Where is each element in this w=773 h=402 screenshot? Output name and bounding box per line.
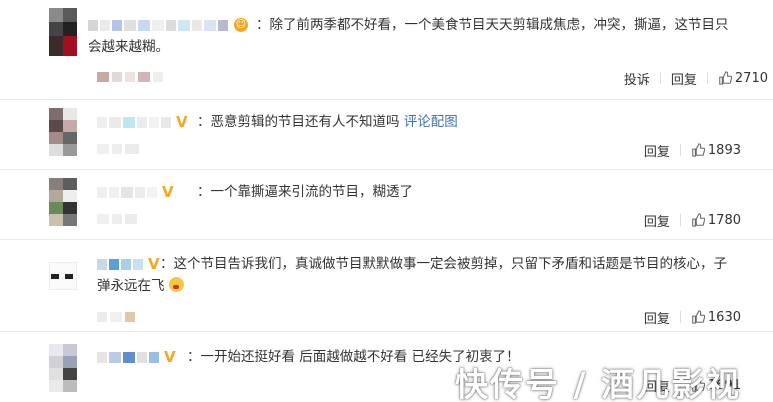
- vip-icon: ☺: [234, 18, 248, 32]
- thumbs-up-icon: [692, 213, 705, 227]
- reply-button[interactable]: 回复: [671, 69, 697, 88]
- verified-icon: V: [148, 255, 160, 273]
- comment-actions: 回复 1630: [644, 307, 741, 327]
- avatar[interactable]: [49, 252, 77, 300]
- divider: [706, 72, 708, 84]
- emoji-icon: [168, 277, 184, 292]
- username[interactable]: V: [97, 113, 188, 131]
- avatar[interactable]: [49, 178, 77, 226]
- comment-actions: 回复 1893: [644, 140, 741, 160]
- reply-button[interactable]: 回复: [644, 211, 670, 230]
- divider: [659, 72, 661, 84]
- verified-icon: V: [176, 113, 188, 131]
- comment-item: V ：恶意剪辑的节目还有人不知道吗 评论配图 回复 1893: [0, 100, 773, 170]
- username[interactable]: ☺: [88, 18, 248, 32]
- comment-actions: 回复 1780: [644, 210, 741, 230]
- like-count: 1893: [707, 142, 741, 158]
- like-count: 1780: [707, 212, 741, 228]
- comment-text: ：除了前两季都不好看，一个美食节目天天剪辑成焦虑，冲突，撕逼，这节目只: [256, 17, 729, 33]
- like-count: 2710: [734, 70, 768, 86]
- thumbs-up-icon: [719, 71, 732, 85]
- reply-button[interactable]: 回复: [644, 141, 670, 160]
- report-button[interactable]: 投诉: [624, 69, 650, 88]
- like-button[interactable]: 1630: [691, 310, 741, 325]
- username[interactable]: V: [97, 348, 176, 366]
- avatar[interactable]: [49, 344, 77, 392]
- verified-icon: V: [162, 183, 174, 201]
- blurred-info: [97, 214, 137, 224]
- blurred-info: [97, 312, 135, 322]
- like-count: 1630: [707, 309, 741, 325]
- comment-text-line2: 弹永远在飞: [97, 276, 184, 296]
- comment-text-line2: 会越来越糊。: [88, 39, 169, 55]
- divider: [679, 214, 681, 226]
- like-button[interactable]: 1780: [691, 213, 741, 228]
- watermark: 快传号 / 酒几影视: [455, 365, 742, 402]
- divider: [679, 144, 681, 156]
- comment-actions: 投诉 回复 2710: [624, 68, 768, 88]
- blurred-info: [97, 144, 139, 154]
- comment-text: ：恶意剪辑的节目还有人不知道吗 评论配图: [197, 114, 458, 130]
- avatar[interactable]: [49, 108, 77, 156]
- username[interactable]: V: [97, 183, 174, 201]
- verified-icon: V: [164, 348, 176, 366]
- reply-button[interactable]: 回复: [644, 308, 670, 327]
- divider: [679, 311, 681, 323]
- blurred-info: [97, 72, 163, 82]
- comment-text: ：一个靠撕逼来引流的节目，糊透了: [197, 184, 413, 200]
- avatar[interactable]: [49, 8, 77, 56]
- comment-item: V ：一个靠撕逼来引流的节目，糊透了 回复 1780: [0, 170, 773, 240]
- comment-item: ☺ ：除了前两季都不好看，一个美食节目天天剪辑成焦虑，冲突，撕逼，这节目只 会越…: [0, 0, 773, 100]
- like-button[interactable]: 1893: [691, 143, 741, 158]
- comment-image-link[interactable]: 评论配图: [404, 114, 458, 130]
- like-button[interactable]: 2710: [718, 71, 768, 86]
- thumbs-up-icon: [692, 143, 705, 157]
- username[interactable]: V: [97, 255, 160, 273]
- comment-text: ：这个节目告诉我们，真诚做节目默默做事一定会被剪掉，只留下矛盾和话题是节目的核心…: [160, 256, 727, 272]
- comment-item: V ：这个节目告诉我们，真诚做节目默默做事一定会被剪掉，只留下矛盾和话题是节目的…: [0, 240, 773, 332]
- thumbs-up-icon: [692, 310, 705, 324]
